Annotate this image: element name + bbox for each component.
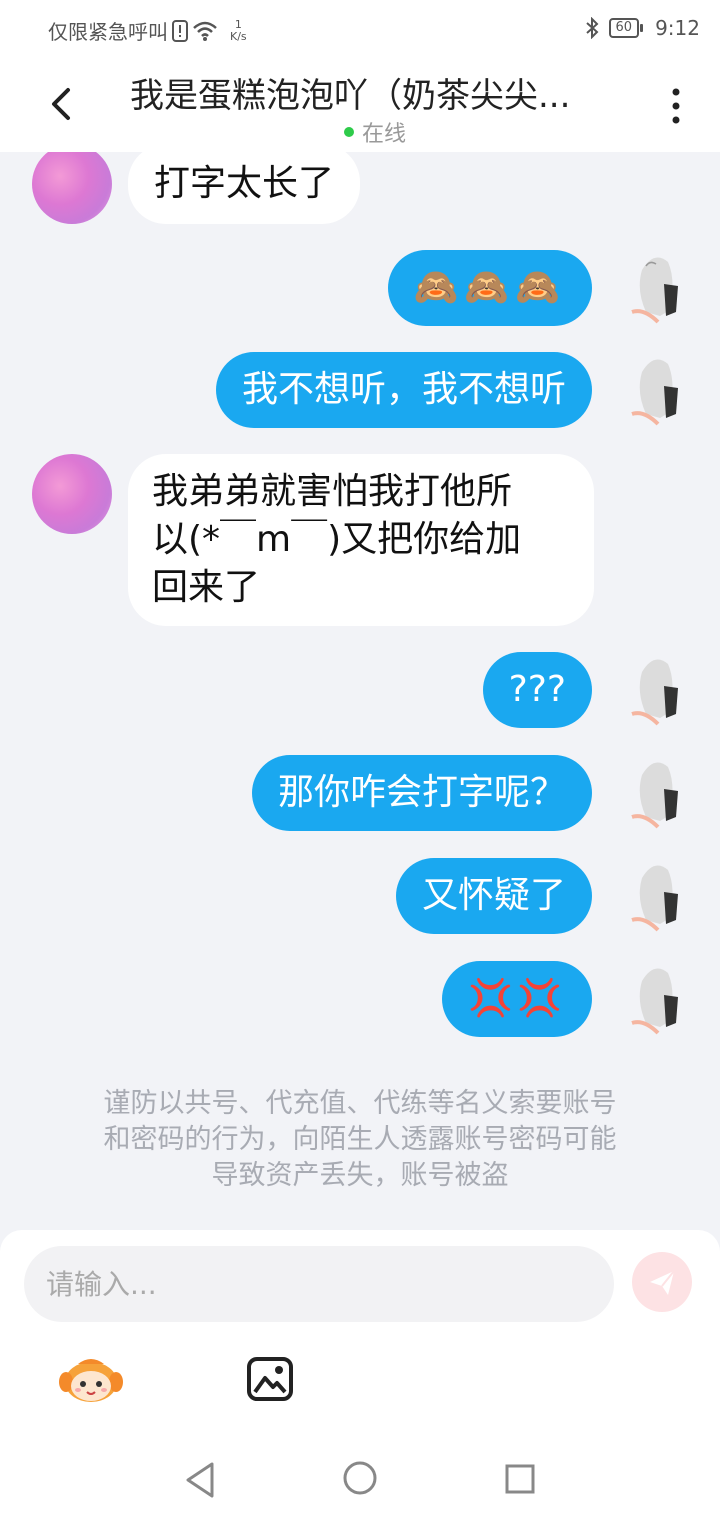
nav-back-icon[interactable] — [182, 1460, 218, 1500]
my-avatar[interactable] — [624, 858, 688, 938]
more-button[interactable] — [664, 86, 688, 126]
back-icon — [52, 88, 70, 120]
my-avatar[interactable] — [624, 961, 688, 1041]
system-nav-bar — [0, 1440, 720, 1520]
image-icon — [247, 1357, 293, 1401]
chat-area[interactable]: 打字太长了 🙈🙈🙈 我不想听，我不想听 我弟弟就害怕我打他所 以(*￣m￣)又把… — [0, 152, 720, 1230]
bluetooth-icon — [585, 17, 598, 39]
message-line: 回来了 — [152, 567, 261, 608]
my-avatar[interactable] — [624, 652, 688, 732]
nav-recent-icon[interactable] — [505, 1464, 535, 1494]
carrier-text: 仅限紧急呼叫 — [48, 20, 168, 44]
message-bubble-outgoing[interactable]: 我不想听，我不想听 — [215, 352, 592, 428]
notice-line: 和密码的行为，向陌生人透露账号密码可能 — [103, 1124, 617, 1155]
my-avatar[interactable] — [624, 755, 688, 835]
message-line: 以(*￣m￣)又把你给加 — [152, 519, 522, 560]
nav-home-icon[interactable] — [342, 1460, 378, 1496]
message-bubble-incoming[interactable]: 我弟弟就害怕我打他所 以(*￣m￣)又把你给加 回来了 — [128, 454, 594, 626]
wifi-icon — [193, 21, 217, 41]
contact-avatar[interactable] — [32, 454, 112, 534]
battery-indicator: 60 — [608, 18, 643, 38]
status-left: 仅限紧急呼叫 1 K/s — [48, 16, 247, 45]
network-speed: 1 K/s — [230, 17, 247, 43]
message-line: 我弟弟就害怕我打他所 — [152, 471, 513, 512]
image-button[interactable] — [246, 1356, 294, 1402]
my-avatar[interactable] — [624, 352, 688, 432]
contact-avatar[interactable] — [32, 152, 112, 224]
my-avatar[interactable] — [624, 250, 688, 330]
online-dot — [344, 127, 354, 137]
chat-title: 我是蛋糕泡泡吖（奶茶尖尖... — [130, 76, 571, 116]
back-button[interactable] — [40, 82, 84, 126]
alert-icon — [172, 19, 188, 42]
send-button[interactable] — [632, 1252, 692, 1312]
clock: 9:12 — [655, 16, 700, 40]
more-icon — [672, 88, 680, 124]
status-right: 60 9:12 — [585, 16, 700, 40]
notice-line: 导致资产丢失，账号被盗 — [211, 1160, 509, 1191]
online-status: 在线 — [344, 116, 406, 148]
chat-header: 我是蛋糕泡泡吖（奶茶尖尖... 在线 — [0, 56, 720, 152]
message-bubble-outgoing[interactable]: 💢💢 — [442, 961, 592, 1037]
emoji-mascot-icon — [59, 1359, 123, 1402]
online-label: 在线 — [362, 122, 407, 147]
message-bubble-outgoing[interactable]: 🙈🙈🙈 — [387, 250, 592, 326]
message-bubble-outgoing[interactable]: 又怀疑了 — [395, 858, 592, 934]
message-bubble-outgoing[interactable]: ??? — [482, 652, 592, 728]
message-input[interactable] — [24, 1246, 614, 1322]
message-bubble-incoming[interactable]: 打字太长了 — [128, 152, 361, 224]
message-bubble-outgoing[interactable]: 那你咋会打字呢？ — [251, 755, 592, 831]
notice-line: 谨防以共号、代充值、代练等名义索要账号 — [103, 1088, 617, 1119]
speed-value: 1 — [234, 17, 242, 31]
send-icon — [650, 1270, 675, 1295]
status-bar: 仅限紧急呼叫 1 K/s 60 9:12 — [0, 0, 720, 56]
emoji-button[interactable] — [58, 1352, 124, 1406]
safety-notice: 谨防以共号、代充值、代练等名义索要账号 和密码的行为，向陌生人透露账号密码可能 … — [60, 1086, 660, 1194]
speed-unit: K/s — [230, 29, 247, 43]
